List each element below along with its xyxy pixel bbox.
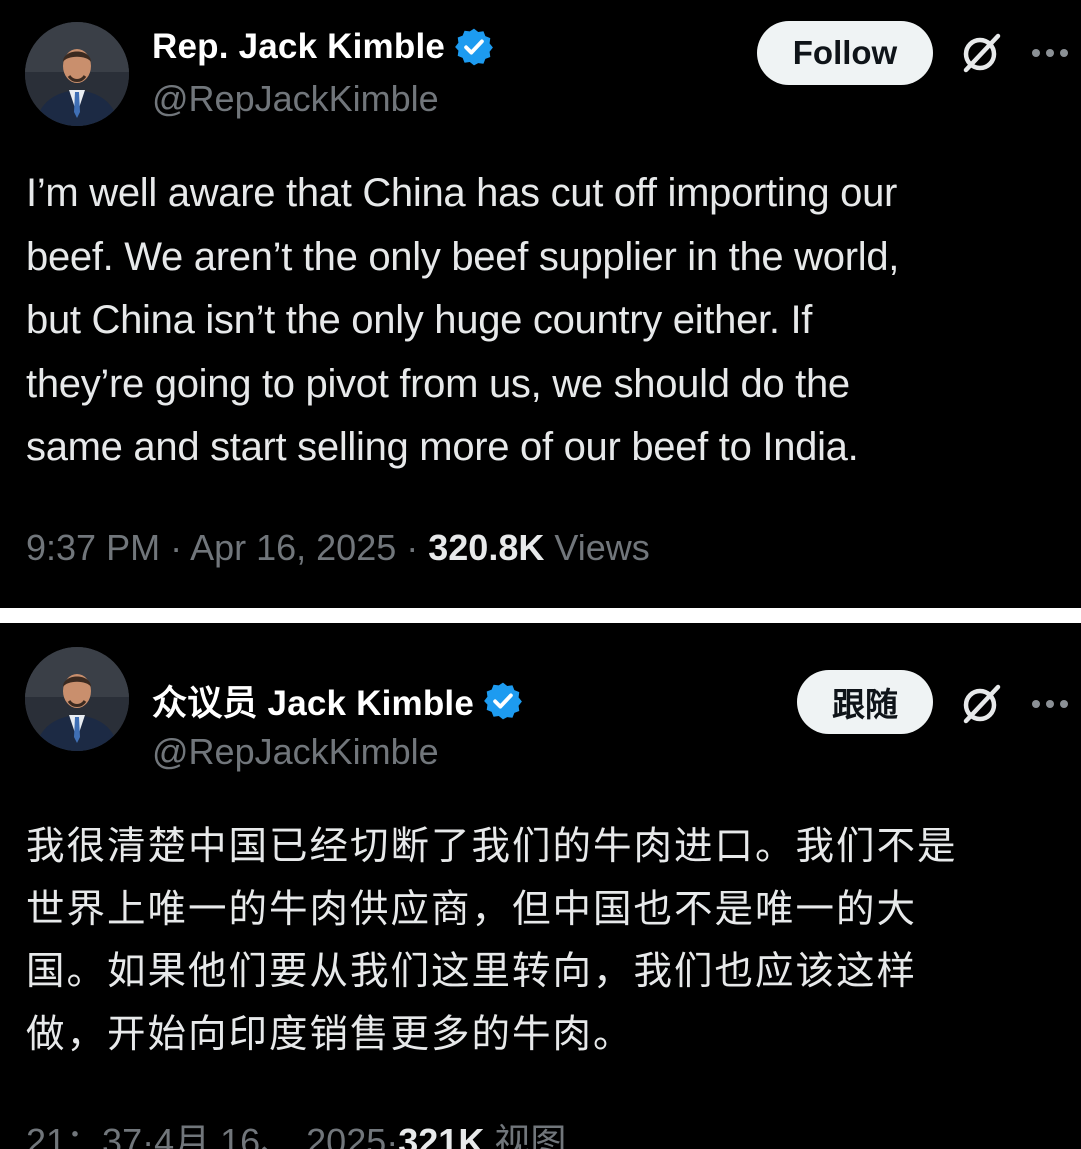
- grok-icon[interactable]: [958, 30, 1004, 76]
- user-handle[interactable]: @RepJackKimble: [152, 78, 439, 120]
- tweet-text: 我很清楚中国已经切断了我们的牛肉进口。我们不是 世界上唯一的牛肉供应商，但中国也…: [26, 824, 958, 1057]
- meta-separator: ·: [386, 1121, 399, 1149]
- tweet-metadata: 21：37·4月 16、 2025·321K 视图: [26, 1113, 566, 1149]
- tweet-time[interactable]: 21：37: [26, 1121, 142, 1149]
- display-name[interactable]: 众议员 Jack Kimble: [152, 675, 524, 726]
- display-name-text[interactable]: Rep. Jack Kimble: [152, 27, 445, 67]
- avatar[interactable]: [25, 647, 129, 751]
- tweet-date[interactable]: 4月 16、 2025: [154, 1121, 386, 1149]
- tweet-text: I’m well aware that China has cut off im…: [26, 171, 900, 469]
- follow-button[interactable]: Follow: [757, 21, 933, 85]
- views-count[interactable]: 321K: [398, 1121, 484, 1149]
- views-count[interactable]: 320.8K: [428, 527, 544, 568]
- tweet-metadata: 9:37 PM · Apr 16, 2025 · 320.8K Views: [26, 527, 650, 569]
- meta-separator: ·: [160, 527, 191, 568]
- tweet-time[interactable]: 9:37 PM: [26, 527, 160, 568]
- views-label: Views: [554, 527, 650, 568]
- follow-button[interactable]: 跟随: [797, 670, 933, 734]
- meta-separator: ·: [396, 527, 429, 568]
- views-label: 视图: [494, 1121, 567, 1149]
- verified-badge-icon[interactable]: [453, 26, 495, 68]
- avatar[interactable]: [25, 22, 129, 126]
- verified-badge-icon[interactable]: [482, 680, 524, 722]
- display-name[interactable]: Rep. Jack Kimble: [152, 26, 495, 68]
- grok-icon[interactable]: [958, 681, 1004, 727]
- tweet-date[interactable]: Apr 16, 2025: [190, 527, 396, 568]
- more-options-icon[interactable]: [1030, 697, 1070, 711]
- more-options-icon[interactable]: [1030, 46, 1070, 60]
- display-name-text[interactable]: 众议员 Jack Kimble: [152, 675, 474, 726]
- image-divider: [0, 608, 1081, 623]
- meta-separator: ·: [142, 1121, 155, 1149]
- tweet-card-english: Rep. Jack Kimble @RepJackKimble Follow I…: [0, 0, 1081, 608]
- user-handle[interactable]: @RepJackKimble: [152, 731, 439, 773]
- tweet-card-chinese: 众议员 Jack Kimble @RepJackKimble 跟随 我很清楚中国…: [0, 623, 1081, 1149]
